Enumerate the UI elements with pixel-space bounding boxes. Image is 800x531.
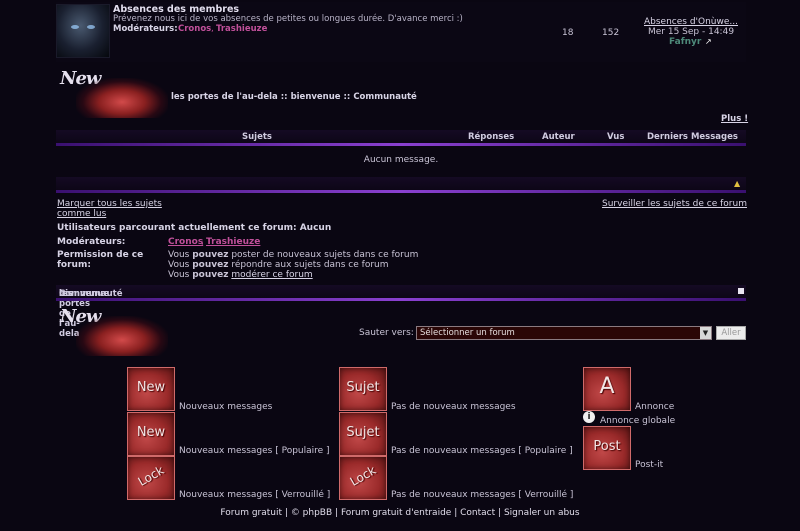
new-locked-icon: Lock: [127, 456, 175, 500]
header-views: Vus: [607, 132, 625, 142]
no-new-hot-icon: Sujet: [339, 412, 387, 456]
legend-no-new-locked: Pas de nouveaux messages [ Verrouillé ]: [391, 490, 574, 500]
moderator-cronos-link[interactable]: Cronos: [168, 237, 203, 247]
legend-new: Nouveaux messages: [179, 402, 273, 412]
logo-wings-icon: [76, 316, 168, 356]
chevron-down-icon[interactable]: ▼: [700, 327, 711, 339]
breadcrumb-sep: ::: [343, 92, 351, 102]
permission-post: Vous pouvez poster de nouveaux sujets da…: [168, 250, 419, 260]
no-new-posts-icon: Sujet: [339, 367, 387, 411]
post-it-icon: Post: [583, 426, 631, 470]
watch-forum-link[interactable]: Surveiller les sujets de ce forum: [602, 199, 747, 209]
info-icon: i: [583, 411, 595, 423]
footer-sep: |: [284, 508, 288, 518]
view-last-post-icon[interactable]: ↗: [705, 37, 712, 46]
footer: Forum gratuit | © phpBB | Forum gratuit …: [0, 508, 800, 518]
scroll-top-icon[interactable]: ▲: [734, 179, 740, 188]
header-last-posts: Derniers Messages: [647, 132, 738, 142]
last-post-date: Mer 15 Sep - 14:49: [648, 27, 735, 37]
permission-moderate: Vous pouvez modérer ce forum: [168, 270, 313, 280]
moderators-label: Modérateurs:: [57, 237, 126, 247]
forum-topic-count: 18: [562, 28, 574, 38]
footer-link-phpbb[interactable]: © phpBB: [291, 508, 332, 518]
footer-sep: |: [335, 508, 339, 518]
legend-announcement: Annonce: [635, 402, 675, 412]
site-logo-bottom[interactable]: New: [56, 306, 168, 360]
moderator-link-trashieuze[interactable]: Trashieuze: [216, 24, 267, 34]
header-author: Auteur: [542, 132, 575, 142]
footer-sep: |: [454, 508, 458, 518]
breadcrumb-site[interactable]: les portes de l'au-dela: [171, 92, 278, 102]
footer-link-free-forum[interactable]: Forum gratuit: [220, 508, 282, 518]
topics-table-header: Sujets Réponses Auteur Vus Derniers Mess…: [56, 130, 746, 144]
header-topics: Sujets: [242, 132, 272, 142]
breadcrumb-cat[interactable]: bienvenue: [291, 92, 341, 102]
last-post-user[interactable]: Fafnyr: [669, 37, 701, 47]
moderator-link-cronos[interactable]: Cronos: [178, 24, 211, 34]
jump-selected-value: Sélectionner un forum: [420, 328, 515, 338]
bottom-divider: [56, 298, 746, 301]
permissions-label: Permission de ce forum:: [57, 250, 144, 270]
footer-sep: |: [498, 508, 502, 518]
new-posts-icon: New: [127, 367, 175, 411]
legend-new-hot: Nouveaux messages [ Populaire ]: [179, 446, 330, 456]
legend-global-announcement: Annonce globale: [600, 416, 676, 426]
new-hot-posts-icon: New: [127, 412, 175, 456]
legend-new-locked: Nouveaux messages [ Verrouillé ]: [179, 490, 331, 500]
legend-post-it: Post-it: [635, 460, 664, 470]
logo-wings-icon: [76, 78, 168, 118]
moderator-trashieuze-link[interactable]: Trashieuze: [206, 237, 260, 247]
plus-link[interactable]: Plus !: [721, 114, 748, 124]
empty-message: Aucun message.: [363, 155, 439, 165]
moderate-forum-link[interactable]: modérer ce forum: [231, 270, 312, 280]
forum-moderators-label: Modérateurs:: [113, 24, 178, 34]
breadcrumb-sub[interactable]: Communauté: [353, 92, 417, 102]
moderator-separator: ,: [211, 24, 214, 34]
header-replies: Réponses: [468, 132, 515, 142]
permission-reply: Vous pouvez répondre aux sujets dans ce …: [168, 260, 389, 270]
topics-table-footer: [56, 177, 746, 191]
forum-face-icon: [56, 4, 110, 58]
moderator-separator: ,: [201, 237, 204, 247]
go-button[interactable]: Aller: [716, 326, 746, 340]
mark-read-link[interactable]: Marquer tous les sujets comme lus: [57, 199, 167, 219]
footer-link-help-forum[interactable]: Forum gratuit d'entraide: [341, 508, 451, 518]
collapse-icon[interactable]: [738, 288, 744, 294]
footer-divider: [56, 190, 746, 193]
bottom-breadcrumb-bar: les portes de l'au-dela :: bienvenue :: …: [56, 285, 746, 339]
jump-select[interactable]: Sélectionner un forum ▼: [416, 326, 712, 340]
announcement-icon: A: [583, 367, 631, 411]
breadcrumb-sep: ::: [280, 92, 288, 102]
legend-no-new: Pas de nouveaux messages: [391, 402, 516, 412]
forum-description: Prévenez nous ici de vos absences de pet…: [113, 14, 463, 24]
users-browsing-label: Utilisateurs parcourant actuellement ce …: [57, 223, 332, 233]
breadcrumb-top: les portes de l'au-dela :: bienvenue :: …: [171, 92, 417, 102]
footer-link-report-abuse[interactable]: Signaler un abus: [504, 508, 580, 518]
forum-post-count: 152: [602, 28, 620, 38]
jump-label: Sauter vers:: [359, 328, 414, 338]
no-new-locked-icon: Lock: [339, 456, 387, 500]
footer-link-contact[interactable]: Contact: [460, 508, 495, 518]
site-logo[interactable]: New: [56, 68, 168, 122]
header-divider: [56, 143, 746, 146]
legend-no-new-hot: Pas de nouveaux messages [ Populaire ]: [391, 446, 573, 456]
last-post-link[interactable]: Absences d'Onùwe...: [644, 17, 738, 27]
